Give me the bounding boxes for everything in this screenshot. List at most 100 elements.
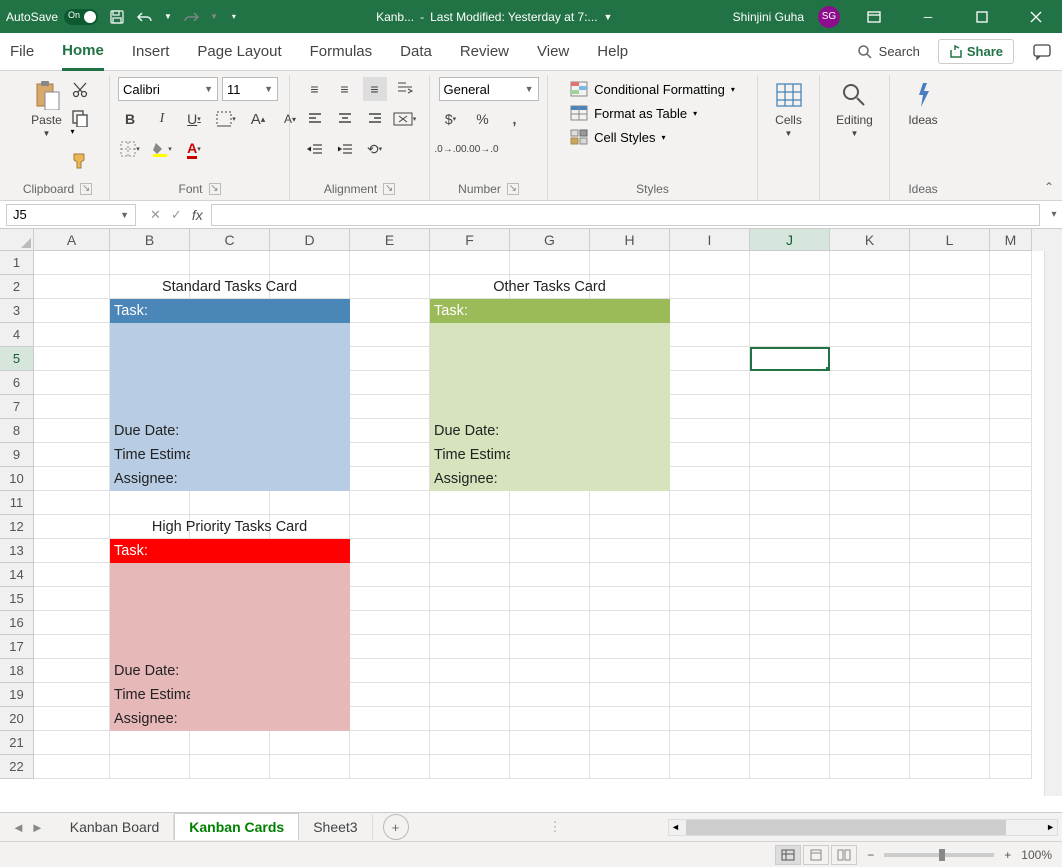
cell[interactable] [34,347,110,371]
row-header[interactable]: 18 [0,659,34,683]
cell[interactable] [830,635,910,659]
cell[interactable] [670,515,750,539]
cell[interactable] [270,731,350,755]
cell[interactable] [510,755,590,779]
row-header[interactable]: 12 [0,515,34,539]
cell[interactable] [430,491,510,515]
cell[interactable] [110,251,190,275]
cell[interactable] [430,635,510,659]
cell[interactable] [910,683,990,707]
cell[interactable] [270,347,350,371]
cell[interactable] [830,371,910,395]
cell[interactable] [350,707,430,731]
cell[interactable] [750,539,830,563]
expand-formula-bar-icon[interactable]: ▾ [1046,209,1062,220]
cell[interactable] [830,275,910,299]
cell[interactable] [270,587,350,611]
cell[interactable] [590,563,670,587]
cell[interactable] [190,491,270,515]
cell[interactable] [270,611,350,635]
cell[interactable] [270,323,350,347]
format-as-table-button[interactable]: Format as Table▾ [570,105,697,121]
cell[interactable] [990,707,1032,731]
cell[interactable] [510,515,590,539]
cell[interactable] [830,251,910,275]
column-header[interactable]: F [430,229,510,251]
cell[interactable] [110,563,190,587]
cell[interactable] [190,299,270,323]
row-header[interactable]: 7 [0,395,34,419]
italic-button[interactable]: I [150,107,174,131]
merge-icon[interactable]: ▾ [393,107,417,131]
column-header[interactable]: K [830,229,910,251]
row-header[interactable]: 2 [0,275,34,299]
cell[interactable] [990,563,1032,587]
cell[interactable] [190,395,270,419]
cell[interactable] [670,563,750,587]
cell[interactable] [910,635,990,659]
cell[interactable] [430,395,510,419]
cell[interactable] [910,755,990,779]
cell[interactable] [430,587,510,611]
cell[interactable] [990,275,1032,299]
cell[interactable] [430,371,510,395]
ribbon-display-icon[interactable] [854,0,894,33]
cell[interactable] [670,395,750,419]
cell[interactable] [110,731,190,755]
cell[interactable] [670,443,750,467]
cell[interactable] [830,347,910,371]
column-header[interactable]: D [270,229,350,251]
row-header[interactable]: 16 [0,611,34,635]
row-header[interactable]: 11 [0,491,34,515]
wrap-text-icon[interactable] [393,77,417,101]
percent-icon[interactable]: % [471,107,495,131]
cell[interactable] [510,371,590,395]
font-name-combo[interactable]: Calibri▼ [118,77,218,101]
cell[interactable] [990,755,1032,779]
column-header[interactable]: H [590,229,670,251]
cell[interactable] [350,275,430,299]
cell[interactable] [990,731,1032,755]
cell[interactable] [830,659,910,683]
cell[interactable] [590,371,670,395]
cell[interactable] [590,755,670,779]
tab-help[interactable]: Help [597,33,628,71]
cell[interactable] [270,707,350,731]
cell[interactable] [510,443,590,467]
zoom-slider[interactable] [884,853,994,857]
cell[interactable]: Task: [430,299,510,323]
cell[interactable]: Time Estimate: [110,443,190,467]
cell[interactable] [350,323,430,347]
row-header[interactable]: 20 [0,707,34,731]
cell[interactable] [270,659,350,683]
row-header[interactable]: 9 [0,443,34,467]
row-header[interactable]: 1 [0,251,34,275]
ideas-button[interactable]: Ideas [903,77,943,129]
cell[interactable] [430,323,510,347]
minimize-icon[interactable]: ─ [908,0,948,33]
cell[interactable] [910,467,990,491]
align-right-icon[interactable] [363,107,387,131]
cell[interactable] [350,371,430,395]
accounting-icon[interactable]: $▾ [439,107,463,131]
row-header[interactable]: 8 [0,419,34,443]
cell[interactable] [350,611,430,635]
column-header[interactable]: C [190,229,270,251]
cell[interactable] [510,347,590,371]
cell[interactable] [34,467,110,491]
cell[interactable] [750,731,830,755]
page-layout-view-icon[interactable] [803,845,829,865]
cell[interactable] [110,323,190,347]
cell[interactable] [190,635,270,659]
cell[interactable] [190,371,270,395]
select-all-button[interactable] [0,229,34,251]
cell[interactable] [830,563,910,587]
cell[interactable] [910,371,990,395]
cell[interactable] [910,707,990,731]
cell[interactable]: Time Estimate: [430,443,510,467]
cell[interactable] [990,299,1032,323]
cell[interactable] [190,659,270,683]
cell[interactable] [190,539,270,563]
cell[interactable] [990,323,1032,347]
cell-styles-button[interactable]: Cell Styles▾ [570,129,665,145]
